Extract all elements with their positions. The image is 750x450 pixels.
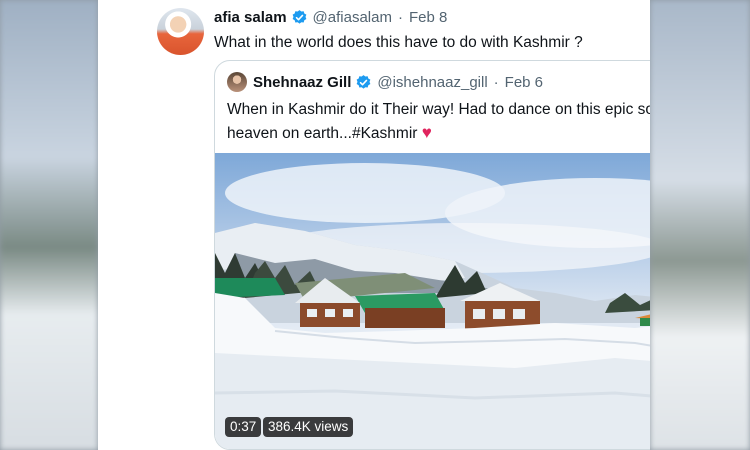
verified-badge-icon xyxy=(356,74,371,89)
tweet-date[interactable]: Feb 8 xyxy=(409,9,447,26)
video-views-badge: 386.4K views xyxy=(263,417,354,437)
quoted-tweet-body: When in Kashmir do it Their way! Had to … xyxy=(227,101,650,142)
separator-dot: · xyxy=(397,9,403,26)
video-player[interactable]: 0:37 386.4K views xyxy=(215,153,650,449)
blurred-background-left xyxy=(0,0,98,450)
quoted-author-avatar[interactable] xyxy=(227,72,247,92)
tweet-header: afia salam @afiasalam · Feb 8 xyxy=(214,9,447,26)
quoted-tweet-header: Shehnaaz Gill @ishehnaaz_gill · Feb 6 xyxy=(227,72,543,92)
quoted-author-name[interactable]: Shehnaaz Gill xyxy=(253,74,351,91)
tweet-card: afia salam @afiasalam · Feb 8 ••• What i… xyxy=(98,0,650,450)
author-avatar[interactable] xyxy=(157,8,204,55)
tweet-text: What in the world does this have to do w… xyxy=(214,34,583,51)
blurred-background-right xyxy=(650,0,750,450)
author-name[interactable]: afia salam xyxy=(214,9,287,26)
verified-badge-icon xyxy=(292,10,306,24)
author-handle[interactable]: @afiasalam xyxy=(313,9,392,26)
quoted-tweet[interactable]: Shehnaaz Gill @ishehnaaz_gill · Feb 6 Wh… xyxy=(214,60,650,450)
separator-dot: · xyxy=(493,73,499,91)
video-duration-badge: 0:37 xyxy=(225,417,262,437)
snow-landscape-image xyxy=(215,163,650,449)
quoted-author-handle[interactable]: @ishehnaaz_gill xyxy=(377,74,487,91)
quoted-tweet-text: When in Kashmir do it Their way! Had to … xyxy=(227,98,650,145)
heart-emoji-icon: ♥ xyxy=(421,123,432,142)
quoted-tweet-date[interactable]: Feb 6 xyxy=(505,74,543,91)
